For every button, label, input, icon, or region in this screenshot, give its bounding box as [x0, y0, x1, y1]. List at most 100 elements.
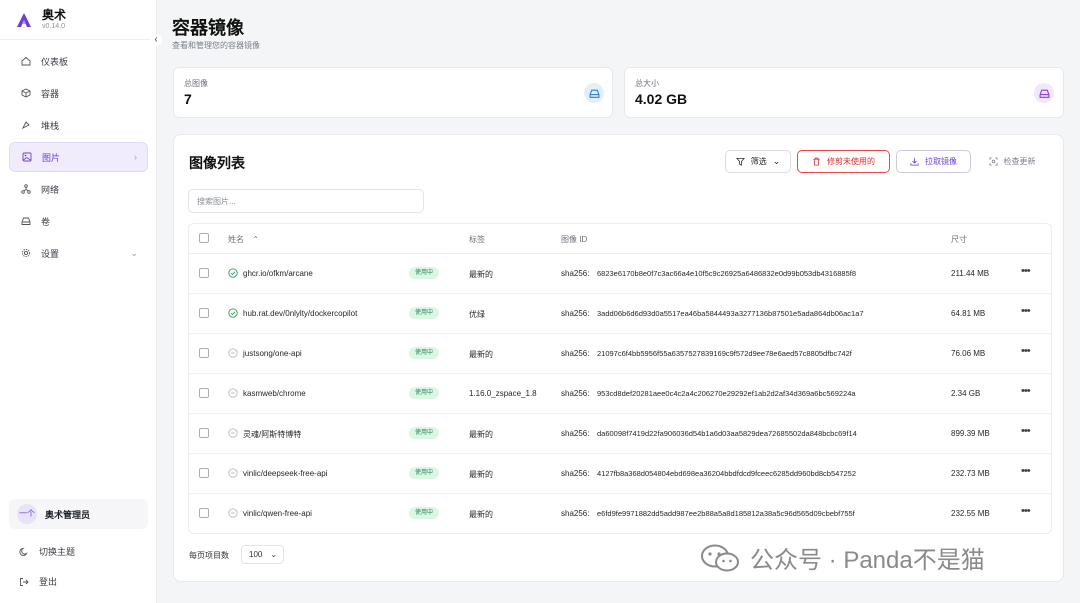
sidebar-nav: 仪表板 容器 堆栈 图片 › 网络 卷 设置 ⌄ — [9, 46, 148, 270]
table-row[interactable]: 灵魂/阿斯特博特 使用中 最新的 sha256: da60098f7419d22… — [189, 414, 1051, 454]
stat-value: 4.02 GB — [635, 91, 688, 107]
sidebar-item-label: 容器 — [41, 88, 60, 99]
table-header: 姓名 ⌃ 标签 图像 ID 尺寸 — [189, 224, 1051, 254]
sidebar-item-containers[interactable]: 容器 — [9, 78, 148, 108]
sidebar-item-dashboard[interactable]: 仪表板 — [9, 46, 148, 76]
sidebar-item-settings[interactable]: 设置 ⌄ — [9, 238, 148, 268]
image-id: 4127fb8a368d054804ebd698ea36204bbdfdcd9f… — [597, 469, 857, 478]
layers-icon — [21, 120, 31, 130]
check-updates-button[interactable]: 检查更新 — [977, 150, 1047, 173]
image-id-prefix: sha256: — [561, 509, 590, 518]
toggle-theme-label: 切换主题 — [39, 547, 76, 557]
image-size: 211.44 MB — [951, 269, 990, 278]
stat-value: 7 — [184, 91, 192, 107]
column-header-size: 尺寸 — [951, 235, 967, 244]
filter-button[interactable]: 筛选 ⌄ — [725, 150, 791, 173]
check-circle-icon — [228, 268, 238, 278]
more-actions-icon[interactable]: ••• — [1021, 305, 1031, 317]
sidebar-item-volumes[interactable]: 卷 — [9, 206, 148, 236]
sidebar-item-label: 设置 — [41, 248, 60, 259]
image-tag: 优绿 — [469, 310, 485, 319]
check-updates-label: 检查更新 — [1003, 157, 1036, 166]
table-row[interactable]: vinlic/qwen-free-api 使用中 最新的 sha256: e6f… — [189, 494, 1051, 533]
page-subtitle: 查看和管理您的容器镜像 — [172, 41, 260, 50]
logout-button[interactable]: 登出 — [19, 575, 57, 588]
more-actions-icon[interactable]: ••• — [1021, 265, 1031, 277]
image-id: 953cd8def20281aee0c4c2a4c206270e29292ef1… — [597, 389, 856, 398]
stat-card-total-images: 总图像 7 — [173, 67, 613, 118]
sidebar-item-label: 堆栈 — [41, 120, 60, 131]
brand[interactable]: 奥术 v0.14.0 — [16, 8, 66, 31]
image-id-prefix: sha256: — [561, 349, 590, 358]
image-id-prefix: sha256: — [561, 309, 590, 318]
avatar: 一个 — [17, 504, 37, 524]
prune-unused-button[interactable]: 修剪未使用的 — [797, 150, 890, 173]
table-row[interactable]: vinlic/deepseek-free-api 使用中 最新的 sha256:… — [189, 454, 1051, 494]
image-tag: 最新的 — [469, 270, 493, 279]
select-all-checkbox[interactable] — [199, 233, 209, 243]
drive-icon — [584, 83, 604, 103]
images-table: 姓名 ⌃ 标签 图像 ID 尺寸 ghcr.io/ofkm/arcane 使用中… — [188, 223, 1052, 534]
image-id: da60098f7419d22fa906036d54b1a6d03aa5829d… — [597, 429, 857, 438]
toggle-theme-button[interactable]: 切换主题 — [19, 545, 75, 558]
table-row[interactable]: hub.rat.dev/0nlylty/dockercopilot 使用中 优绿… — [189, 294, 1051, 334]
row-checkbox[interactable] — [199, 308, 209, 318]
pull-label: 拉取镜像 — [925, 157, 957, 166]
sidebar-item-images[interactable]: 图片 › — [9, 142, 148, 172]
table-row[interactable]: ghcr.io/ofkm/arcane 使用中 最新的 sha256: 6823… — [189, 254, 1051, 294]
row-checkbox[interactable] — [199, 508, 209, 518]
row-checkbox[interactable] — [199, 388, 209, 398]
image-name: justsong/one-api — [243, 349, 302, 358]
sidebar-item-stacks[interactable]: 堆栈 — [9, 110, 148, 140]
table-row[interactable]: justsong/one-api 使用中 最新的 sha256: 21097c6… — [189, 334, 1051, 374]
prune-label: 修剪未使用的 — [827, 157, 875, 166]
drive-icon — [1034, 83, 1054, 103]
more-actions-icon[interactable]: ••• — [1021, 425, 1031, 437]
chevron-right-icon: › — [134, 152, 137, 162]
sidebar-item-label: 仪表板 — [41, 56, 69, 67]
image-name: ghcr.io/ofkm/arcane — [243, 269, 313, 278]
pull-image-button[interactable]: 拉取镜像 — [896, 150, 971, 173]
sidebar-item-networks[interactable]: 网络 — [9, 174, 148, 204]
more-actions-icon[interactable]: ••• — [1021, 345, 1031, 357]
table-row[interactable]: kasmweb/chrome 使用中 1.16.0_zspace_1.8 sha… — [189, 374, 1051, 414]
inactive-circle-icon — [228, 428, 238, 438]
image-name: 灵魂/阿斯特博特 — [243, 430, 302, 439]
more-actions-icon[interactable]: ••• — [1021, 505, 1031, 517]
user-card[interactable]: 一个 奥术管理员 — [9, 499, 148, 529]
search-input[interactable] — [188, 189, 424, 213]
watermark-text: 公众号 · Panda不是猫 — [750, 547, 985, 574]
more-actions-icon[interactable]: ••• — [1021, 465, 1031, 477]
watermark: 公众号 · Panda不是猫 — [700, 540, 985, 575]
status-badge: 使用中 — [409, 307, 440, 319]
drive-icon — [21, 216, 31, 226]
box-icon — [21, 88, 31, 98]
inactive-circle-icon — [228, 468, 238, 478]
image-tag: 1.16.0_zspace_1.8 — [469, 389, 537, 398]
column-header-name[interactable]: 姓名 ⌃ — [228, 234, 259, 245]
row-checkbox[interactable] — [199, 268, 209, 278]
app-name: 奥术 — [42, 8, 67, 22]
per-page-select[interactable]: 100 ⌄ — [241, 545, 284, 564]
row-checkbox[interactable] — [199, 348, 209, 358]
network-icon — [21, 184, 31, 194]
scan-icon — [988, 157, 998, 166]
image-id: e6fd9fe9971882dd5add987ee2b88a5a8d185812… — [597, 509, 855, 518]
sidebar-item-label: 卷 — [41, 216, 51, 227]
image-tag: 最新的 — [469, 350, 493, 359]
column-header-tag: 标签 — [469, 235, 485, 244]
user-name: 奥术管理员 — [45, 509, 91, 520]
chevron-down-icon: ⌄ — [270, 550, 278, 559]
sidebar: 奥术 v0.14.0 仪表板 容器 堆栈 图片 › 网络 卷 设置 ⌄ 一个 奥… — [0, 0, 157, 603]
image-size: 899.39 MB — [951, 429, 990, 438]
more-actions-icon[interactable]: ••• — [1021, 385, 1031, 397]
stat-card-total-size: 总大小 4.02 GB — [624, 67, 1064, 118]
image-name: vinlic/deepseek-free-api — [243, 469, 328, 478]
moon-icon — [19, 547, 29, 557]
row-checkbox[interactable] — [199, 428, 209, 438]
inactive-circle-icon — [228, 508, 238, 518]
sidebar-collapse-button[interactable]: ‹ — [150, 34, 162, 46]
image-name: hub.rat.dev/0nlylty/dockercopilot — [243, 309, 358, 318]
row-checkbox[interactable] — [199, 468, 209, 478]
panel-title: 图像列表 — [189, 155, 245, 171]
